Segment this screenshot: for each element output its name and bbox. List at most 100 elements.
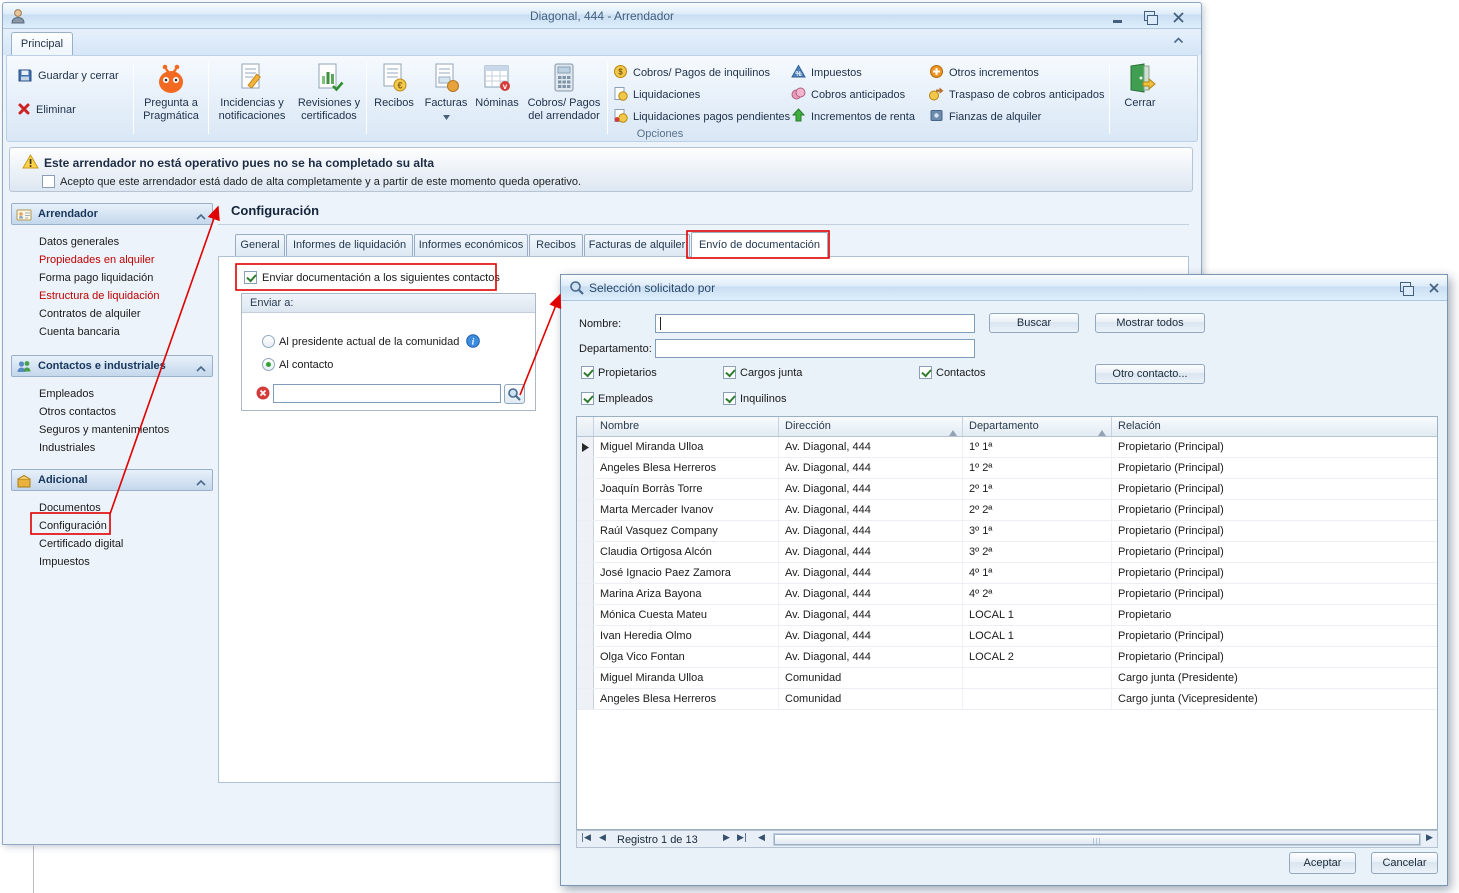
contact-search-input[interactable] xyxy=(273,384,501,403)
table-row[interactable]: Ivan Heredia Olmo Av. Diagonal, 444 LOCA… xyxy=(577,626,1437,647)
presidente-radio[interactable] xyxy=(262,335,275,348)
incidencias-button[interactable]: Incidencias y notificaciones xyxy=(211,60,293,138)
sidebar-item-documentos[interactable]: Documentos xyxy=(39,502,211,518)
departamento-input[interactable] xyxy=(655,339,975,358)
table-row[interactable]: Mónica Cuesta Mateu Av. Diagonal, 444 LO… xyxy=(577,605,1437,626)
tab-recibos[interactable]: Recibos xyxy=(529,234,583,256)
dialog-restore-icon[interactable] xyxy=(1397,282,1415,295)
collapse-chevron-icon[interactable] xyxy=(196,477,206,489)
column-header-direccion[interactable]: Dirección xyxy=(779,417,963,436)
nombre-input[interactable] xyxy=(655,314,975,333)
tab-facturas-alquiler[interactable]: Facturas de alquiler xyxy=(584,234,690,256)
table-row[interactable]: Angeles Blesa Herreros Comunidad Cargo j… xyxy=(577,689,1437,710)
dialog-title-bar[interactable]: Selección solicitado por xyxy=(561,275,1447,301)
sidebar-item-cuenta-bancaria[interactable]: Cuenta bancaria xyxy=(39,326,211,342)
facturas-dropdown-arrow-icon[interactable] xyxy=(421,111,471,123)
mostrar-todos-button[interactable]: Mostrar todos xyxy=(1095,313,1205,333)
scrollbar-thumb[interactable]: ||| xyxy=(774,834,1420,845)
opt-fianzas-alquiler[interactable]: Fianzas de alquiler xyxy=(929,108,1041,125)
send-docs-checkbox[interactable] xyxy=(244,271,257,284)
dialog-close-icon[interactable] xyxy=(1429,283,1447,296)
sidebar-item-forma-pago-liquidacion[interactable]: Forma pago liquidación xyxy=(39,272,211,288)
scroll-left-button[interactable]: ◀ xyxy=(758,833,765,843)
table-row[interactable]: Olga Vico Fontan Av. Diagonal, 444 LOCAL… xyxy=(577,647,1437,668)
table-row[interactable]: Miguel Miranda Ulloa Comunidad Cargo jun… xyxy=(577,668,1437,689)
close-icon[interactable] xyxy=(1173,12,1191,25)
revisiones-button[interactable]: Revisiones y certificados xyxy=(295,60,363,138)
save-close-button[interactable]: Guardar y cerrar xyxy=(17,66,119,86)
tab-envio-documentacion[interactable]: Envío de documentación xyxy=(691,232,828,257)
restore-icon[interactable] xyxy=(1141,11,1159,24)
recibos-button[interactable]: € Recibos xyxy=(369,60,419,138)
collapse-chevron-icon[interactable] xyxy=(196,363,206,375)
delete-button[interactable]: Eliminar xyxy=(17,100,76,120)
opt-impuestos[interactable]: % Impuestos xyxy=(791,64,862,81)
sidebar-item-datos-generales[interactable]: Datos generales xyxy=(39,236,211,252)
table-row[interactable]: Marta Mercader Ivanov Av. Diagonal, 444 … xyxy=(577,500,1437,521)
info-icon[interactable]: i xyxy=(466,334,480,351)
minimize-icon[interactable] xyxy=(1109,11,1127,24)
opt-liquidaciones-pendientes[interactable]: Liquidaciones pagos pendientes xyxy=(613,108,790,125)
ribbon-collapse-chevron-icon[interactable] xyxy=(1169,35,1187,51)
buscar-button[interactable]: Buscar xyxy=(989,313,1079,333)
table-row[interactable]: Raúl Vasquez Company Av. Diagonal, 444 3… xyxy=(577,521,1437,542)
table-row[interactable]: Angeles Blesa Herreros Av. Diagonal, 444… xyxy=(577,458,1437,479)
next-record-button[interactable]: ▶ xyxy=(723,833,730,843)
table-row[interactable]: Claudia Ortigosa Alcón Av. Diagonal, 444… xyxy=(577,542,1437,563)
sidebar-item-industriales[interactable]: Industriales xyxy=(39,442,211,458)
table-row[interactable]: Marina Ariza Bayona Av. Diagonal, 444 4º… xyxy=(577,584,1437,605)
opt-liquidaciones[interactable]: Liquidaciones xyxy=(613,86,700,103)
otro-contacto-button[interactable]: Otro contacto... xyxy=(1095,364,1205,384)
cobros-pagos-arrendador-button[interactable]: Cobros/ Pagos del arrendador xyxy=(523,60,605,138)
cancelar-button[interactable]: Cancelar xyxy=(1371,852,1438,874)
sidebar-group-adicional[interactable]: Adicional xyxy=(11,469,213,491)
sidebar-group-arrendador[interactable]: Arrendador xyxy=(11,203,213,225)
horizontal-scrollbar[interactable]: ||| xyxy=(773,833,1421,846)
title-bar[interactable]: Diagonal, 444 - Arrendador xyxy=(3,3,1201,29)
cerrar-button[interactable]: Cerrar xyxy=(1113,60,1167,138)
propietarios-checkbox[interactable] xyxy=(581,366,594,379)
sidebar-item-empleados[interactable]: Empleados xyxy=(39,388,211,404)
column-header-departamento[interactable]: Departamento xyxy=(963,417,1112,436)
tab-informes-liquidacion[interactable]: Informes de liquidación xyxy=(286,234,413,256)
sidebar-item-seguros-mantenimientos[interactable]: Seguros y mantenimientos xyxy=(39,424,211,440)
tab-general[interactable]: General xyxy=(235,234,285,256)
column-header-nombre[interactable]: Nombre xyxy=(594,417,779,436)
first-record-button[interactable]: |◀ xyxy=(581,833,591,843)
table-row[interactable]: Miguel Miranda Ulloa Av. Diagonal, 444 1… xyxy=(577,437,1437,458)
sidebar-item-impuestos[interactable]: Impuestos xyxy=(39,556,211,572)
sidebar-item-propiedades-en-alquiler[interactable]: Propiedades en alquiler xyxy=(39,254,211,270)
opt-cobros-pagos-inquilinos[interactable]: $ Cobros/ Pagos de inquilinos xyxy=(613,64,770,81)
tab-principal[interactable]: Principal xyxy=(11,32,73,55)
search-contact-button[interactable] xyxy=(504,384,525,404)
opt-cobros-anticipados[interactable]: Cobros anticipados xyxy=(791,86,905,103)
collapse-chevron-icon[interactable] xyxy=(196,211,206,223)
empleados-checkbox[interactable] xyxy=(581,392,594,405)
sidebar-item-otros-contactos[interactable]: Otros contactos xyxy=(39,406,211,422)
accept-operative-checkbox[interactable] xyxy=(42,175,55,188)
sidebar-item-contratos-de-alquiler[interactable]: Contratos de alquiler xyxy=(39,308,211,324)
tab-informes-economicos[interactable]: Informes económicos xyxy=(414,234,528,256)
cargos-junta-checkbox[interactable] xyxy=(723,366,736,379)
contactos-checkbox[interactable] xyxy=(919,366,932,379)
table-row[interactable]: Joaquín Borràs Torre Av. Diagonal, 444 2… xyxy=(577,479,1437,500)
opt-traspaso-cobros[interactable]: Traspaso de cobros anticipados xyxy=(929,86,1105,103)
last-record-button[interactable]: ▶| xyxy=(737,833,747,843)
aceptar-button[interactable]: Aceptar xyxy=(1289,852,1356,874)
pragmatica-button[interactable]: Pregunta a Pragmática xyxy=(137,60,205,138)
opt-otros-incrementos[interactable]: Otros incrementos xyxy=(929,64,1039,81)
table-row[interactable]: José Ignacio Paez Zamora Av. Diagonal, 4… xyxy=(577,563,1437,584)
column-header-relacion[interactable]: Relación xyxy=(1112,417,1437,436)
sidebar-item-certificado-digital[interactable]: Certificado digital xyxy=(39,538,211,554)
scroll-right-button[interactable]: ▶ xyxy=(1426,833,1433,843)
previous-record-button[interactable]: ◀ xyxy=(599,833,606,843)
clear-contact-icon[interactable] xyxy=(256,386,270,403)
sidebar-item-estructura-de-liquidacion[interactable]: Estructura de liquidación xyxy=(39,290,211,306)
facturas-button[interactable]: Facturas xyxy=(421,60,471,138)
opt-incrementos-renta[interactable]: Incrementos de renta xyxy=(791,108,915,125)
inquilinos-checkbox[interactable] xyxy=(723,392,736,405)
sidebar-item-configuracion[interactable]: Configuración xyxy=(39,520,211,536)
contacto-radio[interactable] xyxy=(262,358,275,371)
nominas-button[interactable]: v Nóminas xyxy=(471,60,523,138)
sidebar-group-contactos-industriales[interactable]: Contactos e industriales xyxy=(11,355,213,377)
